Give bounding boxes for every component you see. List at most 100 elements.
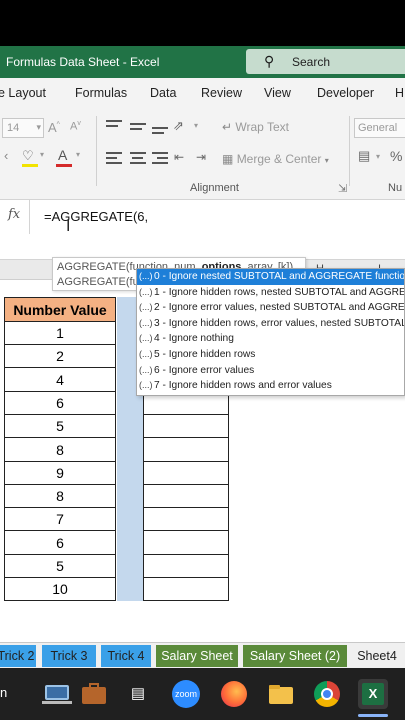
align-left-icon[interactable] — [104, 150, 124, 168]
tab-salary-sheet-2[interactable]: Salary Sheet (2) — [243, 645, 347, 667]
fx-icon: fx — [8, 207, 21, 222]
table-cell[interactable]: 2 — [5, 345, 115, 369]
increase-font-icon[interactable]: A^ — [48, 120, 60, 135]
bottom-align-icon[interactable] — [150, 118, 170, 136]
dropdown-option[interactable]: (...) 6 - Ignore error values — [137, 363, 404, 379]
dialog-launcher-icon[interactable]: ⇲ — [338, 182, 347, 195]
formula-input[interactable]: =AGGREGATE(6, — [44, 209, 148, 224]
tab-salary-sheet[interactable]: Salary Sheet — [156, 645, 238, 667]
dropdown-option[interactable]: (...) 4 - Ignore nothing — [137, 331, 404, 347]
wrap-text-icon: ↵ — [222, 120, 233, 134]
tab-formulas[interactable]: Formulas — [75, 86, 127, 100]
font-size-value: 14 — [7, 122, 20, 134]
laptop-app-icon[interactable] — [42, 679, 72, 709]
text-cursor-icon: I — [66, 218, 71, 235]
active-app-indicator — [358, 714, 388, 717]
excel-icon[interactable]: X — [358, 679, 388, 709]
wrap-text-button[interactable]: ↵ Wrap Text — [222, 120, 289, 134]
dropdown-option[interactable]: (...) 5 - Ignore hidden rows — [137, 347, 404, 363]
dropdown-option[interactable]: (...) 3 - Ignore hidden rows, error value… — [137, 316, 404, 332]
result-cell[interactable] — [144, 462, 228, 485]
top-align-icon[interactable] — [104, 118, 124, 136]
table-cell[interactable]: 10 — [5, 578, 115, 602]
table-cell[interactable]: 7 — [5, 508, 115, 532]
group-separator — [96, 116, 97, 186]
dropdown-option[interactable]: (...) 7 - Ignore hidden rows and error va… — [137, 378, 404, 394]
currency-icon[interactable]: ▤ — [358, 148, 370, 164]
briefcase-app-icon[interactable] — [79, 679, 109, 709]
align-right-icon[interactable] — [150, 150, 170, 168]
merge-center-button[interactable]: ▦ Merge & Center ▾ — [222, 152, 329, 166]
tab-page-layout[interactable]: e Layout — [0, 86, 46, 100]
result-cell[interactable] — [144, 508, 228, 532]
option-ellipsis-icon: (...) — [139, 286, 153, 297]
option-label: 5 - Ignore hidden rows — [154, 349, 256, 360]
tab-trick-4[interactable]: Trick 4 — [101, 645, 151, 667]
task-view-icon[interactable]: ▤ — [123, 679, 153, 709]
borders-icon[interactable]: ‹ — [4, 148, 8, 163]
table-cell[interactable]: 6 — [5, 392, 115, 415]
table-cell[interactable]: 8 — [5, 485, 115, 509]
tab-sheet4[interactable]: Sheet4 — [352, 645, 402, 667]
tab-trick-2[interactable]: Trick 2 — [0, 645, 36, 667]
decrease-font-icon[interactable]: Av — [70, 120, 81, 133]
chevron-down-icon[interactable]: ▾ — [76, 150, 80, 159]
zoom-app-icon[interactable]: zoom — [171, 679, 201, 709]
middle-align-icon[interactable] — [128, 118, 148, 136]
tab-data[interactable]: Data — [150, 86, 176, 100]
font-size-select[interactable]: 14 ▾ — [2, 118, 44, 138]
number-format-select[interactable]: General — [354, 118, 405, 138]
fill-color-icon[interactable]: ♡ — [22, 148, 34, 164]
font-color-icon[interactable]: A — [58, 147, 67, 163]
tab-view[interactable]: View — [264, 86, 291, 100]
tooltip-line-2: AGGREGATE(fun — [57, 276, 145, 288]
screen-top-band — [0, 0, 405, 46]
table-cell[interactable]: 1 — [5, 322, 115, 345]
percent-icon[interactable]: % — [390, 148, 402, 164]
table-header[interactable]: Number Value — [5, 298, 115, 322]
insert-function-button[interactable]: fx — [0, 200, 30, 234]
tab-developer[interactable]: Developer — [317, 86, 374, 100]
search-box[interactable]: ⚲ Search — [246, 49, 405, 74]
orientation-icon[interactable]: ⇗ — [173, 118, 184, 134]
chrome-icon[interactable] — [312, 679, 342, 709]
option-ellipsis-icon: (...) — [139, 302, 153, 313]
file-explorer-icon[interactable] — [266, 679, 296, 709]
dropdown-option[interactable]: (...) 2 - Ignore error values, nested SUB… — [137, 300, 404, 316]
table-cell[interactable]: 5 — [5, 555, 115, 578]
table-cell[interactable]: 9 — [5, 462, 115, 485]
number-value-table: Number Value 1 2 4 6 5 8 9 8 7 6 5 10 — [4, 297, 116, 602]
increase-indent-icon[interactable]: ⇥ — [196, 150, 206, 164]
result-cell[interactable] — [144, 578, 228, 602]
table-cell[interactable]: 5 — [5, 415, 115, 439]
tab-help[interactable]: H — [395, 86, 404, 100]
table-cell[interactable]: 6 — [5, 532, 115, 555]
result-cell[interactable] — [144, 555, 228, 578]
chevron-down-icon[interactable]: ▾ — [376, 152, 380, 161]
result-cell[interactable] — [144, 439, 228, 462]
decrease-indent-icon[interactable]: ⇤ — [174, 150, 184, 164]
dropdown-option[interactable]: (...) 1 - Ignore hidden rows, nested SUBT… — [137, 285, 404, 301]
tab-trick-3[interactable]: Trick 3 — [42, 645, 96, 667]
option-ellipsis-icon: (...) — [139, 271, 153, 281]
result-cell[interactable] — [144, 415, 228, 439]
firefox-icon[interactable] — [219, 679, 249, 709]
align-center-icon[interactable] — [128, 150, 148, 168]
window-title: Formulas Data Sheet - Excel — [6, 55, 160, 69]
wrap-text-label: Wrap Text — [235, 120, 289, 134]
option-ellipsis-icon: (...) — [139, 364, 153, 375]
worksheet-grid[interactable]: H I Number Value 1246589876510 AGGREGATE… — [0, 257, 405, 642]
dropdown-option[interactable]: (...) 0 - Ignore nested SUBTOTAL and AGGR… — [137, 269, 404, 285]
taskbar-search-fragment[interactable]: n — [0, 685, 7, 700]
option-ellipsis-icon: (...) — [139, 333, 153, 344]
tab-review[interactable]: Review — [201, 86, 242, 100]
table-cell[interactable]: 4 — [5, 369, 115, 392]
title-bar: Formulas Data Sheet - Excel ⚲ Search — [0, 46, 405, 78]
option-ellipsis-icon: (...) — [139, 317, 153, 328]
result-cell[interactable] — [144, 532, 228, 555]
chevron-down-icon[interactable]: ▾ — [40, 150, 44, 159]
font-color-swatch — [56, 164, 72, 167]
table-cell[interactable]: 8 — [5, 439, 115, 462]
result-cell[interactable] — [144, 485, 228, 509]
chevron-down-icon[interactable]: ▾ — [194, 121, 198, 130]
